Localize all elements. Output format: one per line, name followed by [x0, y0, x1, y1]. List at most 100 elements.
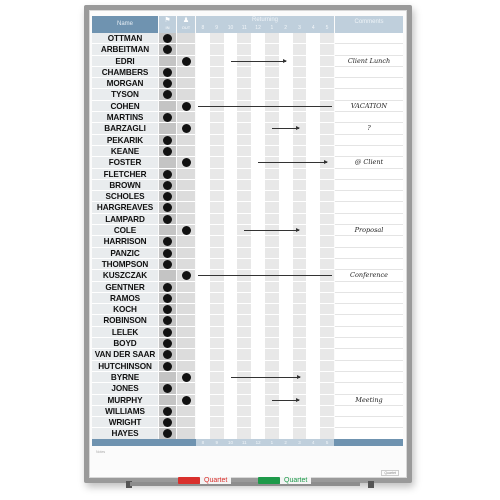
status-magnet[interactable]	[163, 34, 172, 43]
returning-slots[interactable]	[196, 315, 334, 327]
status-magnet[interactable]	[182, 226, 191, 236]
comment-cell[interactable]	[335, 315, 403, 327]
out-slot[interactable]	[177, 33, 195, 45]
employee-name-strip[interactable]: VAN DER SAAR	[92, 349, 158, 361]
status-magnet[interactable]	[163, 146, 172, 156]
employee-name-strip[interactable]: MURPHY	[92, 394, 158, 406]
comment-cell[interactable]	[335, 247, 403, 259]
returning-slots[interactable]	[196, 326, 334, 339]
employee-name-strip[interactable]: CHAMBERS	[92, 66, 158, 79]
employee-name-strip[interactable]: FLETCHER	[92, 168, 158, 180]
returning-slots[interactable]	[196, 383, 334, 395]
status-magnet[interactable]	[163, 67, 172, 77]
out-slot[interactable]	[177, 338, 195, 350]
returning-slots[interactable]	[196, 258, 334, 271]
employee-name-strip[interactable]: BARZAGLI	[92, 123, 158, 135]
comment-cell[interactable]: Meeting	[335, 394, 403, 406]
employee-name-strip[interactable]: KUSZCZAK	[92, 270, 158, 282]
employee-name-strip[interactable]: RAMOS	[92, 292, 158, 305]
status-magnet[interactable]	[182, 56, 191, 66]
out-slot[interactable]	[177, 78, 195, 90]
status-magnet[interactable]	[163, 113, 172, 123]
returning-slots[interactable]	[196, 247, 334, 259]
status-magnet[interactable]	[163, 339, 172, 349]
out-slot[interactable]	[177, 145, 195, 158]
employee-name-strip[interactable]: KOCH	[92, 304, 158, 316]
comment-cell[interactable]	[335, 383, 403, 395]
out-slot[interactable]	[177, 304, 195, 316]
returning-slots[interactable]	[196, 405, 334, 418]
comment-cell[interactable]	[335, 66, 403, 79]
status-magnet[interactable]	[163, 406, 172, 416]
employee-name-strip[interactable]: WRIGHT	[92, 417, 158, 429]
out-slot[interactable]	[177, 417, 195, 429]
comment-cell[interactable]	[335, 349, 403, 361]
returning-slots[interactable]	[196, 134, 334, 146]
employee-name-strip[interactable]: HARRISON	[92, 236, 158, 248]
status-magnet[interactable]	[163, 169, 172, 179]
status-magnet[interactable]	[163, 259, 172, 269]
returning-slots[interactable]	[196, 191, 334, 203]
employee-name-strip[interactable]: COHEN	[92, 100, 158, 113]
comment-cell[interactable]	[335, 33, 403, 45]
in-slot[interactable]	[159, 123, 176, 135]
comment-cell[interactable]	[335, 134, 403, 146]
comment-cell[interactable]	[335, 292, 403, 305]
comment-cell[interactable]: ?	[335, 123, 403, 135]
returning-slots[interactable]	[196, 66, 334, 79]
out-slot[interactable]	[177, 326, 195, 339]
comment-cell[interactable]	[335, 168, 403, 180]
status-magnet[interactable]	[163, 293, 172, 303]
status-magnet[interactable]	[182, 101, 191, 111]
out-slot[interactable]	[177, 44, 195, 56]
comment-cell[interactable]	[335, 281, 403, 293]
out-slot[interactable]	[177, 258, 195, 271]
comment-cell[interactable]	[335, 326, 403, 339]
comment-cell[interactable]	[335, 371, 403, 384]
comment-cell[interactable]	[335, 191, 403, 203]
returning-slots[interactable]	[196, 281, 334, 293]
employee-name-strip[interactable]: MORGAN	[92, 78, 158, 90]
returning-slots[interactable]	[196, 78, 334, 90]
returning-slots[interactable]	[196, 179, 334, 192]
returning-slots[interactable]	[196, 417, 334, 429]
employee-name-strip[interactable]: TYSON	[92, 89, 158, 101]
out-slot[interactable]	[177, 281, 195, 293]
returning-slots[interactable]	[196, 112, 334, 124]
returning-slots[interactable]	[196, 338, 334, 350]
returning-slots[interactable]	[196, 145, 334, 158]
employee-name-strip[interactable]: HAYES	[92, 428, 158, 440]
out-slot[interactable]	[177, 112, 195, 124]
employee-name-strip[interactable]: THOMPSON	[92, 258, 158, 271]
returning-slots[interactable]	[196, 213, 334, 226]
status-magnet[interactable]	[163, 180, 172, 190]
comment-cell[interactable]	[335, 405, 403, 418]
employee-name-strip[interactable]: KEANE	[92, 145, 158, 158]
employee-name-strip[interactable]: BYRNE	[92, 371, 158, 384]
out-slot[interactable]	[177, 405, 195, 418]
employee-name-strip[interactable]: BROWN	[92, 179, 158, 192]
out-slot[interactable]	[177, 89, 195, 101]
in-slot[interactable]	[159, 394, 176, 406]
returning-slots[interactable]	[196, 304, 334, 316]
out-slot[interactable]	[177, 202, 195, 214]
returning-slots[interactable]	[196, 202, 334, 214]
employee-name-strip[interactable]: HUTCHINSON	[92, 360, 158, 372]
status-magnet[interactable]	[163, 248, 172, 258]
comment-cell[interactable]	[335, 202, 403, 214]
returning-slots[interactable]	[196, 44, 334, 56]
returning-slots[interactable]	[196, 236, 334, 248]
comment-cell[interactable]: @ Client	[335, 157, 403, 169]
green-marker[interactable]: Quartet	[258, 476, 312, 484]
returning-slots[interactable]	[196, 89, 334, 101]
comment-cell[interactable]	[335, 304, 403, 316]
out-slot[interactable]	[177, 383, 195, 395]
out-slot[interactable]	[177, 292, 195, 305]
comment-cell[interactable]	[335, 258, 403, 271]
out-slot[interactable]	[177, 179, 195, 192]
out-slot[interactable]	[177, 315, 195, 327]
notes-area[interactable]: Notes Quartet	[92, 448, 403, 478]
comment-cell[interactable]	[335, 89, 403, 101]
returning-slots[interactable]	[196, 292, 334, 305]
comment-cell[interactable]	[335, 213, 403, 226]
